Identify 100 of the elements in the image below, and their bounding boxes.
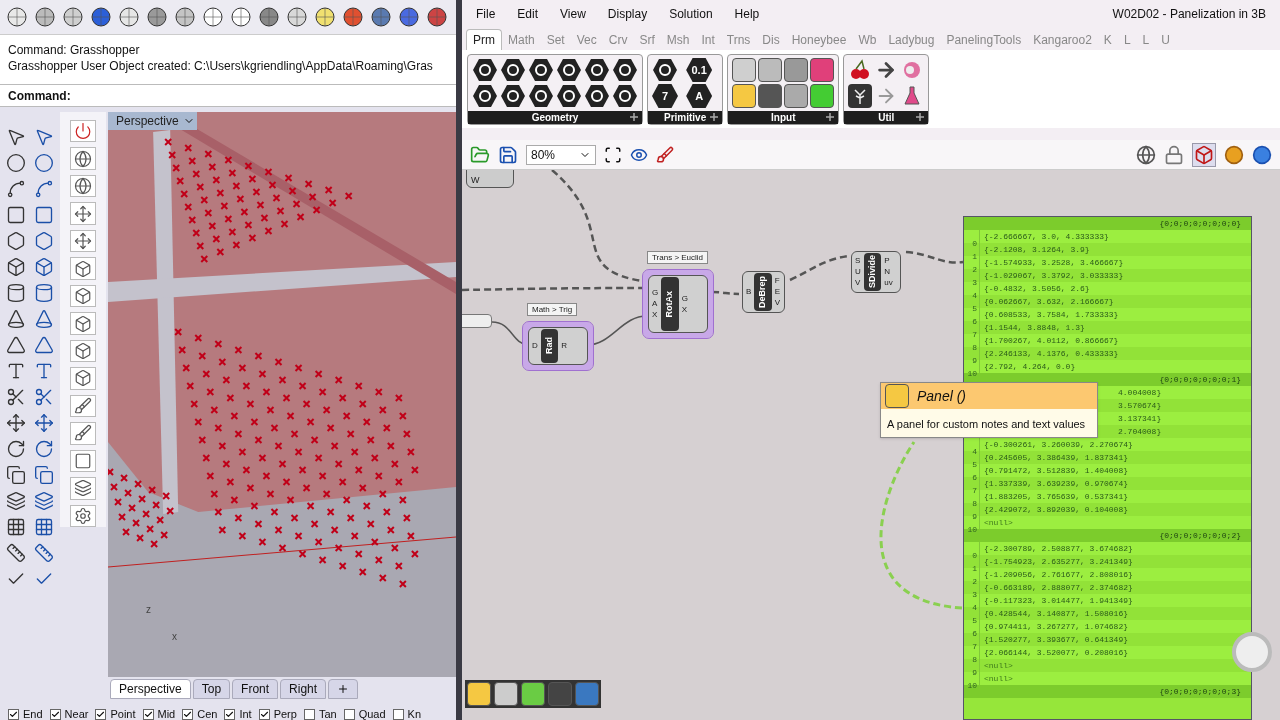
input-param[interactable]: V	[855, 278, 861, 288]
checkbox[interactable]	[303, 709, 315, 720]
sphere-icon[interactable]	[174, 6, 196, 28]
output-param[interactable]: R	[561, 341, 568, 351]
menu-item[interactable]: View	[560, 5, 586, 23]
output-param[interactable]: P	[884, 256, 893, 266]
hexagon-glyph-icon[interactable]: 0.1	[686, 58, 713, 82]
input-param[interactable]: A	[652, 299, 659, 309]
triangle-icon[interactable]	[32, 335, 56, 355]
box-icon[interactable]	[70, 339, 96, 363]
checkbox[interactable]	[49, 709, 61, 720]
sphere-icon[interactable]	[62, 6, 84, 28]
checkbox[interactable]	[224, 709, 236, 720]
input-param[interactable]: B	[746, 287, 752, 297]
checkbox[interactable]	[8, 709, 19, 720]
sphere-icon[interactable]	[1224, 144, 1244, 165]
input-param[interactable]: U	[855, 267, 861, 277]
move-icon[interactable]	[70, 229, 96, 253]
output-param[interactable]: X	[681, 304, 688, 315]
save-icon[interactable]	[498, 144, 518, 165]
square-icon[interactable]	[70, 449, 96, 473]
menu-item[interactable]: Edit	[517, 5, 539, 23]
expand-icon[interactable]	[710, 113, 719, 121]
move-icon[interactable]	[4, 413, 28, 433]
triangle-icon[interactable]	[4, 335, 28, 355]
brush-icon[interactable]	[656, 145, 674, 164]
brush-icon[interactable]	[70, 394, 96, 418]
output-param[interactable]: N	[884, 267, 893, 277]
viewport-tab[interactable]: Right	[280, 679, 327, 699]
sphere-icon[interactable]	[146, 6, 168, 28]
output-param[interactable]: uv	[884, 278, 893, 288]
cube-icon[interactable]	[1192, 142, 1216, 167]
tree-icon[interactable]	[848, 84, 873, 108]
menu-item[interactable]: File	[476, 5, 496, 23]
layers-icon[interactable]	[4, 491, 28, 511]
ruler-icon[interactable]	[32, 543, 56, 563]
circle-icon[interactable]	[32, 153, 56, 173]
layers-icon[interactable]	[70, 477, 96, 500]
lock-icon[interactable]	[1164, 144, 1184, 165]
sphere-icon[interactable]	[6, 6, 28, 28]
globe-icon[interactable]	[70, 174, 96, 198]
sphere-icon[interactable]	[118, 6, 140, 28]
copy-icon[interactable]	[32, 465, 56, 485]
input-param[interactable]: G	[652, 288, 659, 298]
ruler-icon[interactable]	[4, 543, 28, 563]
zoom-select[interactable]: 80%	[526, 144, 596, 165]
ribbon-group-label[interactable]: Geometry	[468, 111, 642, 124]
viewport-tab[interactable]: Perspective	[110, 679, 191, 699]
component-tab[interactable]: Prm	[466, 29, 502, 50]
input-param[interactable]: S	[855, 256, 861, 266]
add-icon[interactable]	[328, 679, 359, 699]
menu-item[interactable]: Solution	[669, 5, 713, 23]
checkbox[interactable]	[182, 709, 194, 720]
sphere-icon[interactable]	[90, 6, 112, 28]
menu-item[interactable]: Help	[734, 5, 760, 23]
checkbox[interactable]	[258, 709, 270, 720]
component-node[interactable]: W	[466, 170, 514, 188]
checkbox[interactable]	[142, 709, 154, 720]
sphere-icon[interactable]	[202, 6, 224, 28]
menu-item[interactable]: Display	[607, 5, 648, 23]
brush-icon[interactable]	[70, 422, 96, 445]
box-icon[interactable]	[70, 284, 96, 308]
power-icon[interactable]	[70, 120, 96, 143]
sphere-icon[interactable]	[258, 6, 280, 28]
input-param[interactable]: X	[652, 310, 659, 320]
copy-icon[interactable]	[4, 465, 28, 485]
output-param[interactable]: V	[774, 298, 781, 308]
checkbox[interactable]	[343, 709, 355, 720]
settings-icon[interactable]	[70, 504, 96, 528]
box-icon[interactable]	[70, 312, 96, 335]
checkbox[interactable]	[95, 709, 107, 720]
viewport-tab[interactable]: Front	[232, 679, 279, 699]
sphere-icon[interactable]	[314, 6, 336, 28]
output-param[interactable]: F	[774, 276, 781, 286]
expand-icon[interactable]	[826, 113, 835, 121]
viewport-tab[interactable]: Top	[192, 679, 231, 699]
layers-icon[interactable]	[32, 491, 56, 511]
output-param[interactable]: G	[681, 293, 688, 304]
output-param[interactable]: E	[774, 287, 781, 297]
hexagon-glyph-icon[interactable]: 7	[652, 84, 678, 108]
sphere-icon[interactable]	[286, 6, 308, 28]
sphere-icon[interactable]	[1252, 144, 1272, 165]
slider-node[interactable]	[462, 314, 492, 328]
sphere-icon[interactable]	[342, 6, 364, 28]
sphere-icon[interactable]	[398, 6, 420, 28]
scan-icon[interactable]	[604, 145, 622, 164]
hexagon-glyph-icon[interactable]: A	[686, 84, 713, 108]
checkbox[interactable]	[392, 709, 404, 720]
input-param[interactable]: D	[532, 341, 538, 351]
circle-icon[interactable]	[4, 153, 28, 173]
sphere-icon[interactable]	[230, 6, 252, 28]
expand-icon[interactable]	[916, 113, 925, 121]
box-icon[interactable]	[70, 367, 96, 390]
component-node[interactable]: D Rad R	[523, 322, 593, 370]
ribbon-group-label[interactable]: Primitive	[648, 111, 723, 124]
move-icon[interactable]	[32, 413, 56, 433]
ribbon-group-label[interactable]: Util	[844, 111, 929, 124]
move-icon[interactable]	[70, 202, 96, 225]
globe-icon[interactable]	[70, 147, 96, 170]
sphere-icon[interactable]	[426, 6, 448, 28]
